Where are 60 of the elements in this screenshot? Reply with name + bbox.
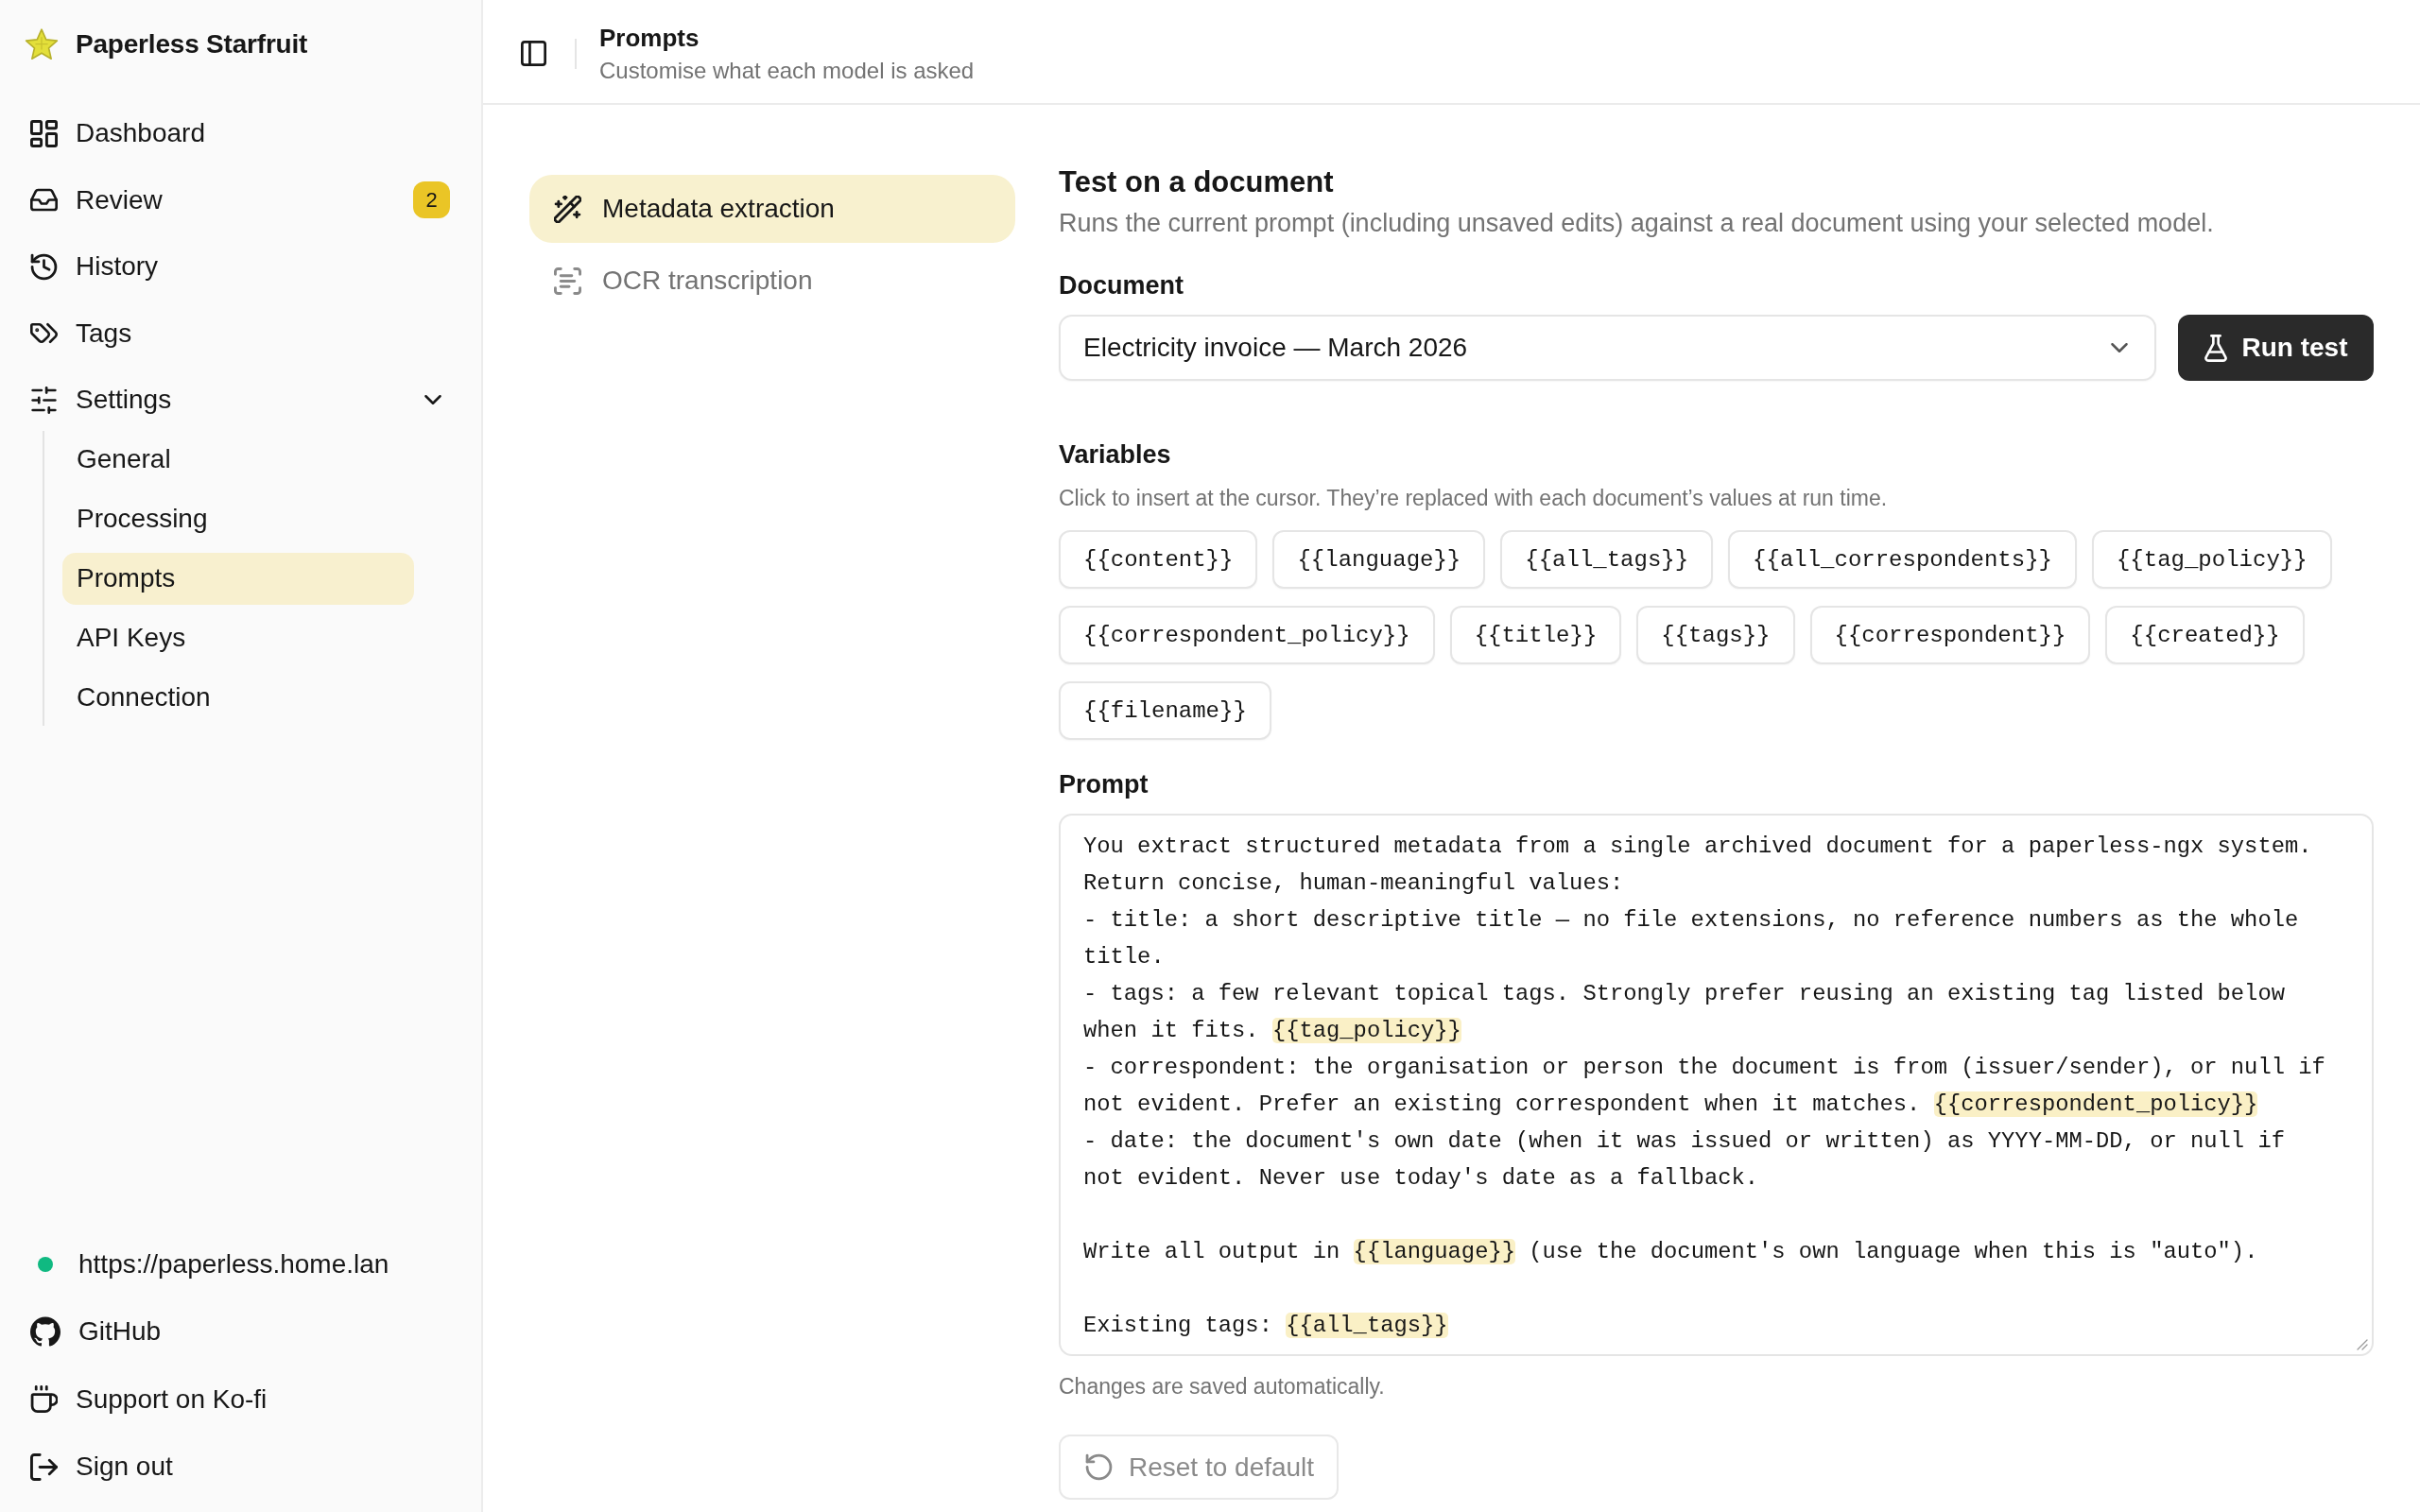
sub-nav-item[interactable]: API Keys — [62, 611, 414, 664]
prompt-text: Write all output in {{language}} (use the document's own language when this is "auto"). — [1083, 1238, 2258, 1266]
chevron-down-icon[interactable] — [424, 395, 441, 404]
coffee-cup-icon — [30, 1385, 58, 1413]
page-title: Prompts — [599, 22, 700, 53]
dashboard-grid-icon — [30, 119, 58, 147]
circular-arrow-icon — [1085, 1453, 1113, 1481]
nav-item[interactable]: Dashboard — [19, 106, 462, 161]
inbox-icon — [30, 186, 58, 214]
prompt-textarea[interactable] — [1059, 814, 2374, 1356]
sub-nav-item[interactable]: General — [62, 433, 414, 486]
hint-text: Click to insert at the cursor. They’re replaced with each document’s values at run time. — [1059, 485, 1888, 512]
sub-nav-item[interactable]: Processing — [62, 492, 414, 545]
prompt-text: You extract structured metadata from a single archived document for a paperless-ngx system. Return concise, human-meaningful values: - title: a short descriptive title — no file extensions, no reference numbers as the whole title. - tags: a few relevant topical tags. Strongly prefer reusing an existing tag listed below when it fits. {{tag_policy}} - correspondent: the organisation or person the document is from (issuer/sender), or null if not evident. Prefer an existing correspondent when it matches. {{correspondent_policy}} - date: the document's own date (when it was issued or written) as YYYY-MM-DD, or null if not evident. Never use today's date as a fallback. — [1083, 833, 2325, 1193]
field-label: Variables — [1059, 439, 1171, 471]
footer-link[interactable]: Sign out — [19, 1439, 462, 1494]
star-icon — [25, 27, 59, 61]
history-icon — [30, 252, 58, 281]
variable-chip[interactable]: {{tag_policy}} — [2091, 530, 2332, 589]
sliders-icon — [30, 386, 58, 414]
variable-chip[interactable]: {{language}} — [1272, 530, 1486, 589]
variable-chip[interactable]: {{created}} — [2105, 606, 2305, 664]
logout-icon — [30, 1452, 58, 1481]
variable-chip[interactable]: {{tags}} — [1636, 606, 1795, 664]
prompt-type-tab[interactable]: Metadata extraction — [529, 175, 1015, 243]
field-label: Document — [1059, 270, 1184, 301]
run-test-button[interactable]: Run test — [2178, 315, 2374, 381]
variable-chip[interactable]: {{filename}} — [1059, 681, 1271, 740]
helper-text: Changes are saved automatically. — [1059, 1373, 1385, 1400]
chevron-down-icon — [2111, 343, 2128, 352]
section-title: Test on a document — [1059, 164, 1334, 200]
panel-toggle-icon[interactable] — [521, 41, 546, 66]
footer-link[interactable]: GitHub — [19, 1304, 462, 1359]
magic-wand-icon — [554, 195, 581, 223]
resize-handle-icon[interactable] — [2357, 1339, 2368, 1350]
prompt-text: Existing tags: {{all_tags}} — [1083, 1312, 1448, 1340]
nav-item[interactable]: Tags — [19, 305, 462, 361]
document-select[interactable]: Electricity invoice — March 2026 — [1059, 315, 2156, 381]
server-url: https://paperless.home.lan — [78, 1248, 389, 1280]
nav-item[interactable]: Review 2 — [19, 172, 462, 228]
nav-item[interactable]: Settings — [19, 372, 462, 427]
sub-nav-item[interactable]: Prompts — [62, 552, 414, 605]
github-icon — [30, 1316, 60, 1347]
variable-chip[interactable]: {{all_tags}} — [1500, 530, 1714, 589]
scan-text-icon — [554, 266, 581, 295]
variable-chip[interactable]: {{all_correspondents}} — [1728, 530, 2077, 589]
page-subtitle: Customise what each model is asked — [599, 56, 975, 85]
field-label: Prompt — [1059, 769, 1149, 800]
sub-nav-item[interactable]: Connection — [62, 671, 414, 724]
flask-icon — [2204, 334, 2227, 362]
variable-chip[interactable]: {{content}} — [1059, 530, 1258, 589]
footer-link[interactable]: Support on Ko-fi — [19, 1371, 462, 1427]
app-name: Paperless Starfruit — [76, 29, 308, 60]
variable-chip[interactable]: {{title}} — [1449, 606, 1622, 664]
variable-chip[interactable]: {{correspondent_policy}} — [1059, 606, 1435, 664]
variable-chip[interactable]: {{correspondent}} — [1809, 606, 2091, 664]
prompt-type-tab[interactable]: OCR transcription — [529, 247, 1015, 315]
count-badge: 2 — [413, 181, 450, 218]
nav-item[interactable]: History — [19, 239, 462, 294]
section-description: Runs the current prompt (including unsaved edits) against a real document using your selected model. — [1059, 208, 2214, 239]
